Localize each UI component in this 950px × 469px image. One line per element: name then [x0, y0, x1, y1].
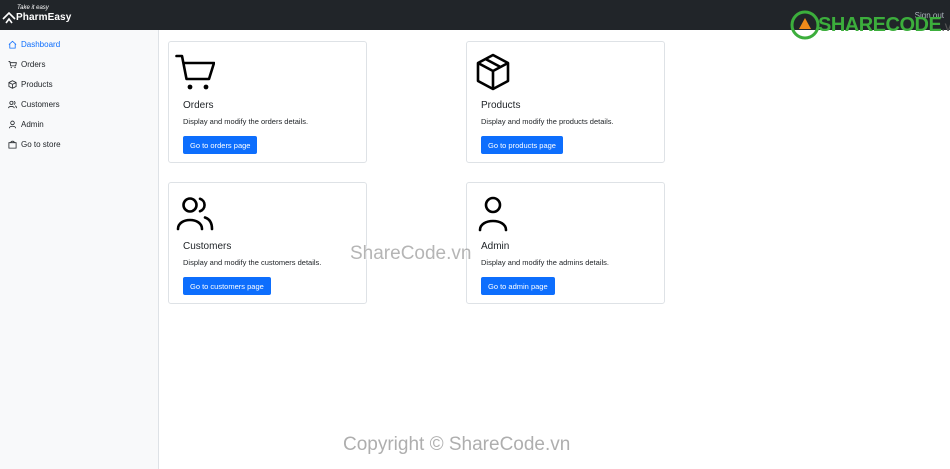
sidebar-item-dashboard[interactable]: Dashboard	[0, 34, 158, 54]
card-description: Display and modify the products details.	[481, 117, 614, 126]
card-description: Display and modify the orders details.	[183, 117, 309, 126]
sidebar-item-products[interactable]: Products	[0, 74, 158, 94]
sidebar-item-label: Admin	[21, 119, 44, 129]
admin-card: Admin Display and modify the admins deta…	[466, 182, 665, 304]
sharecode-watermark-center: ShareCode.vn	[350, 243, 472, 264]
box-icon	[476, 53, 510, 91]
card-title: Products	[481, 100, 521, 111]
users-icon	[8, 100, 17, 108]
cart-icon	[8, 60, 17, 68]
pharmeasy-logo-icon	[2, 12, 16, 24]
sidebar: Dashboard Orders Products Customers Admi…	[0, 30, 159, 469]
sharecode-logo-text: SHARECODE.vn	[818, 14, 950, 36]
sidebar-item-label: Go to store	[21, 139, 61, 149]
brand-logo[interactable]: Take it easy PharmEasy	[0, 3, 90, 27]
card-title: Customers	[183, 241, 232, 252]
users-icon	[176, 197, 214, 231]
card-title: Admin	[481, 241, 510, 252]
go-to-customers-button[interactable]: Go to customers page	[183, 277, 271, 295]
card-description: Display and modify the admins details.	[481, 258, 609, 267]
sharecode-logo-icon	[790, 10, 820, 40]
store-icon	[8, 140, 17, 149]
sharecode-watermark-logo: SHARECODE.vn	[790, 8, 950, 42]
brand-name: PharmEasy	[16, 12, 72, 23]
box-icon	[8, 79, 17, 89]
go-to-admin-button[interactable]: Go to admin page	[481, 277, 555, 295]
user-icon	[478, 196, 508, 232]
sidebar-item-admin[interactable]: Admin	[0, 114, 158, 134]
products-card: Products Display and modify the products…	[466, 41, 665, 163]
user-icon	[8, 120, 17, 128]
sidebar-item-label: Products	[21, 79, 53, 89]
go-to-products-button[interactable]: Go to products page	[481, 136, 563, 154]
copyright-watermark: Copyright © ShareCode.vn	[343, 434, 571, 455]
orders-card: Orders Display and modify the orders det…	[168, 41, 367, 163]
sidebar-item-label: Orders	[21, 59, 46, 69]
sidebar-item-orders[interactable]: Orders	[0, 54, 158, 74]
sidebar-item-label: Customers	[21, 99, 60, 109]
card-description: Display and modify the customers details…	[183, 258, 322, 267]
cart-icon	[175, 54, 215, 90]
customers-card: Customers Display and modify the custome…	[168, 182, 367, 304]
sidebar-item-customers[interactable]: Customers	[0, 94, 158, 114]
go-to-orders-button[interactable]: Go to orders page	[183, 136, 258, 154]
brand-tagline: Take it easy	[17, 5, 49, 11]
sidebar-item-go-to-store[interactable]: Go to store	[0, 134, 158, 154]
home-icon	[8, 40, 17, 49]
sidebar-item-label: Dashboard	[21, 39, 61, 49]
card-title: Orders	[183, 100, 214, 111]
